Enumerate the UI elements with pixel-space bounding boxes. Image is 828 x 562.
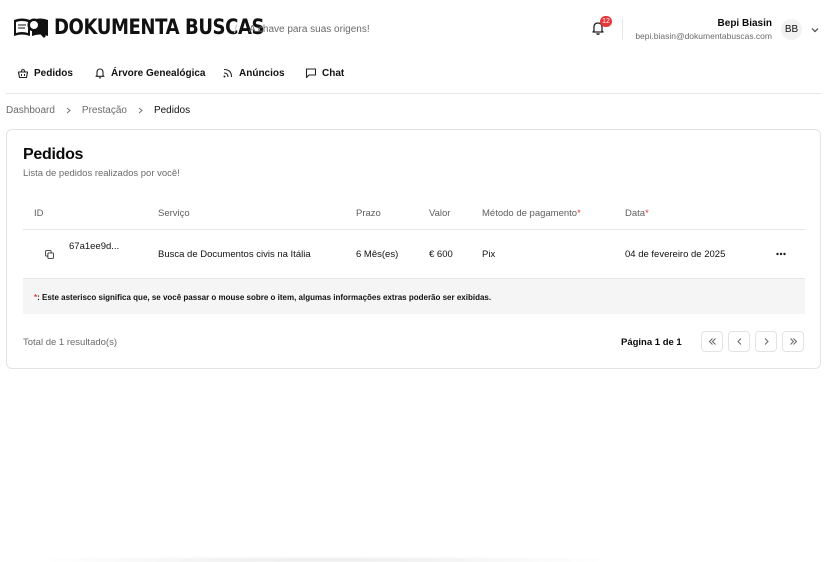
note-body: : Este asterisco significa que, se você … [37, 293, 492, 302]
column-header-servico: Serviço [158, 208, 190, 219]
required-asterisk: * [577, 208, 581, 219]
column-header-prazo: Prazo [356, 208, 381, 219]
column-header-valor: Valor [429, 208, 451, 219]
order-data[interactable]: 04 de fevereiro de 2025 [625, 249, 725, 260]
header-separator: / [234, 22, 238, 36]
nav-item-anuncios[interactable]: Anúncios [222, 67, 285, 79]
orders-card: Pedidos Lista de pedidos realizados por … [6, 129, 821, 369]
main-nav: Pedidos Árvore Genealógica Anúncios Chat [0, 58, 828, 88]
order-valor: € 600 [429, 249, 453, 260]
last-page-button[interactable] [782, 331, 804, 352]
breadcrumb-item-pedidos: Pedidos [153, 105, 191, 116]
nav-item-label: Pedidos [34, 67, 73, 79]
column-header-label: Método de pagamento [482, 208, 578, 219]
previous-page-button[interactable] [728, 331, 750, 352]
copy-icon[interactable] [45, 250, 54, 259]
nav-item-label: Árvore Genealógica [111, 67, 206, 79]
order-prazo: 6 Mês(es) [356, 249, 399, 260]
user-email: bepi.biasin@dokumentabuscas.com [635, 31, 772, 41]
nav-item-chat[interactable]: Chat [305, 67, 344, 79]
chat-icon [305, 68, 317, 79]
page-subtitle: Lista de pedidos realizados por você! [23, 168, 180, 179]
order-servico: Busca de Documentos civis na Itália [158, 249, 311, 260]
basket-icon [17, 68, 29, 79]
nav-item-label: Anúncios [239, 67, 285, 79]
column-header-id: ID [34, 208, 44, 219]
user-name: Bepi Biasin [717, 18, 772, 29]
chevrons-right-icon [789, 338, 797, 345]
chevrons-left-icon [708, 338, 716, 345]
rss-icon [223, 68, 233, 78]
chevron-down-icon[interactable] [810, 25, 820, 35]
more-options-icon[interactable] [773, 247, 789, 261]
header-divider [622, 18, 623, 40]
breadcrumb-item-dashboard[interactable]: Dashboard [6, 105, 55, 116]
first-page-button[interactable] [701, 331, 723, 352]
page-title: Pedidos [23, 146, 84, 163]
next-page-button[interactable] [755, 331, 777, 352]
nav-item-label: Chat [322, 67, 345, 79]
app-header: DOKUMENTA BUSCAS / A chave para suas ori… [0, 0, 828, 58]
book-magnifier-logo-icon [14, 18, 48, 38]
asterisk-note-text: *: Este asterisco significa que, se você… [34, 293, 491, 302]
order-id[interactable]: 67a1ee9d... [69, 241, 119, 252]
chevron-left-icon [736, 338, 741, 345]
table-header-divider [23, 229, 805, 230]
required-asterisk: * [645, 208, 649, 219]
asterisk-note: *: Este asterisco significa que, se você… [23, 279, 805, 314]
page-info: Página 1 de 1 [621, 337, 682, 348]
chevron-right-icon [764, 338, 769, 345]
nav-divider [6, 93, 821, 94]
column-header-metodo-pagamento: Método de pagamento* [482, 208, 581, 219]
tagline: A chave para suas origens! [249, 24, 370, 35]
bottom-shadow [20, 556, 630, 562]
breadcrumb: Dashboard Prestação Pedidos [6, 105, 190, 116]
column-header-label: Data [625, 208, 646, 219]
bell-icon [95, 68, 105, 79]
order-metodo[interactable]: Pix [482, 249, 495, 260]
breadcrumb-item-prestacao[interactable]: Prestação [82, 105, 127, 116]
notification-count-badge: 12 [600, 16, 612, 27]
nav-item-pedidos[interactable]: Pedidos [17, 67, 73, 79]
total-results: Total de 1 resultado(s) [23, 337, 117, 348]
chevron-right-icon [66, 107, 71, 114]
chevron-right-icon [138, 107, 143, 114]
nav-item-arvore-genealogica[interactable]: Árvore Genealógica [94, 67, 205, 79]
user-avatar[interactable]: BB [781, 19, 802, 40]
column-header-data: Data* [625, 208, 649, 219]
logo-text: DOKUMENTA BUSCAS [54, 15, 265, 39]
